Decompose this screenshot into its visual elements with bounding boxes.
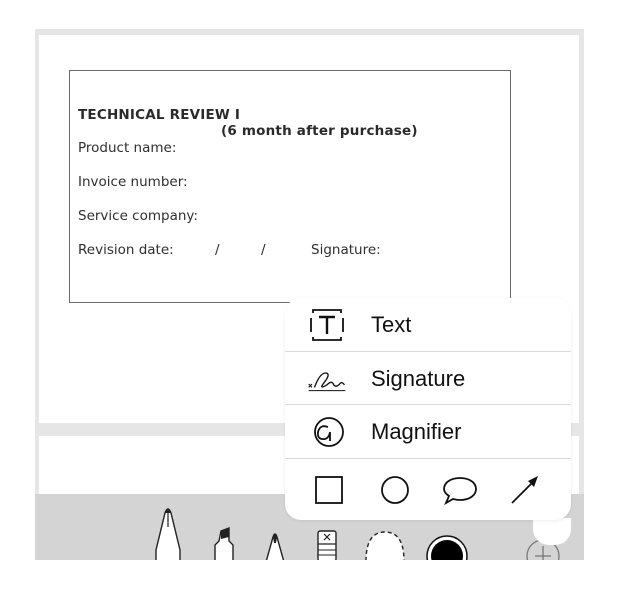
speech-bubble-icon[interactable] [440, 470, 480, 510]
date-separator: / [261, 242, 266, 258]
text-box-icon [307, 307, 347, 343]
color-picker-icon[interactable] [425, 534, 469, 560]
markup-popover-menu: Text Signature Magnifier [285, 298, 571, 520]
revision-date-label: Revision date: [78, 242, 174, 258]
product-name-label: Product name: [78, 140, 177, 156]
menu-item-magnifier[interactable]: Magnifier [285, 405, 571, 458]
divider [285, 458, 571, 459]
arrow-icon[interactable] [505, 470, 545, 510]
pen-icon[interactable] [150, 505, 186, 560]
lasso-icon[interactable] [363, 528, 407, 560]
square-icon[interactable] [309, 470, 349, 510]
menu-item-text[interactable]: Text [285, 298, 571, 351]
menu-item-label: Signature [371, 365, 466, 391]
pencil-icon[interactable] [262, 529, 288, 560]
magnifier-icon [307, 414, 347, 450]
menu-item-label: Text [371, 311, 412, 337]
highlighter-icon[interactable] [209, 526, 241, 560]
eraser-icon[interactable] [316, 530, 340, 560]
menu-item-signature[interactable]: Signature [285, 352, 571, 405]
document-subtitle: (6 month after purchase) [221, 123, 418, 139]
signature-icon [307, 361, 347, 397]
date-separator: / [215, 242, 220, 258]
popover-tail [533, 518, 571, 545]
service-company-label: Service company: [78, 208, 198, 224]
document-form: TECHNICAL REVIEW I (6 month after purcha… [69, 70, 511, 303]
document-title: TECHNICAL REVIEW I [78, 107, 241, 123]
circle-icon[interactable] [375, 470, 415, 510]
menu-item-label: Magnifier [371, 418, 462, 444]
signature-label: Signature: [311, 242, 381, 258]
invoice-number-label: Invoice number: [78, 174, 188, 190]
